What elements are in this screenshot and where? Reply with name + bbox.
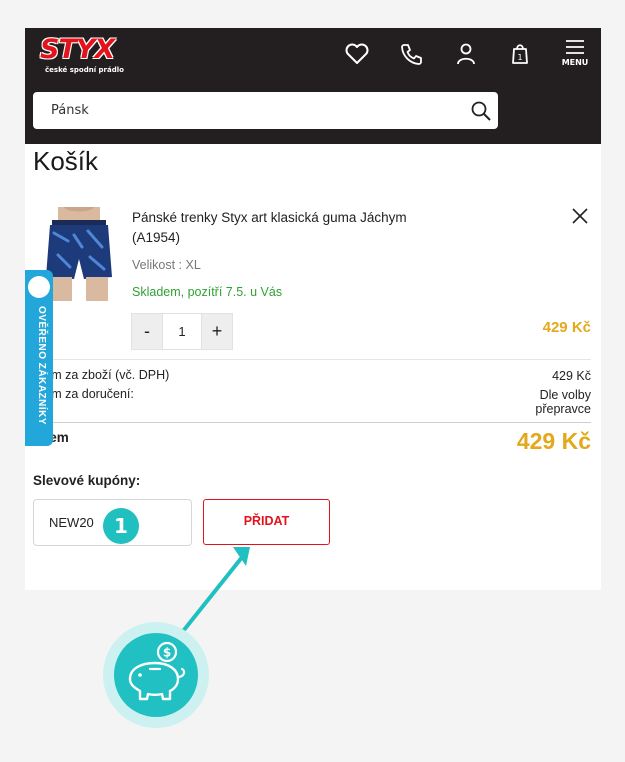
delivery-value-line2: přepravce (535, 402, 591, 416)
verified-by-customers-badge[interactable]: OVĚŘENO ZÁKAZNÍKY (25, 270, 53, 446)
add-coupon-button[interactable]: PŘIDAT (203, 499, 330, 545)
cart-page: STYX české spodní prádlo 1 MENU Pánsk Ko… (25, 28, 601, 590)
stock-status: Skladem, pozítří 7.5. u Vás (132, 285, 283, 299)
site-header: STYX české spodní prádlo 1 MENU (25, 28, 601, 144)
goods-total-value: 429 Kč (552, 369, 591, 383)
search-icon[interactable] (470, 100, 492, 122)
verified-badge-text: OVĚŘENO ZÁKAZNÍKY (36, 306, 47, 426)
product-name[interactable]: Pánské trenky Styx art klasická guma Jác… (132, 208, 412, 248)
svg-text:$: $ (163, 646, 171, 660)
bag-count: 1 (517, 53, 522, 62)
verified-seal-icon (28, 276, 50, 298)
step-number-badge: 1 (103, 508, 139, 544)
search-input[interactable] (33, 92, 471, 129)
phone-icon[interactable] (397, 40, 425, 68)
styx-logo[interactable]: STYX české spodní prádlo (40, 34, 124, 80)
page-title: Košík (33, 146, 99, 176)
piggy-bank-badge: $ (103, 622, 209, 728)
user-icon[interactable] (452, 40, 480, 68)
quantity-stepper: - 1 + (131, 313, 233, 350)
divider (38, 422, 591, 423)
shopping-bag-icon[interactable]: 1 (506, 40, 534, 68)
logo-wordmark: STYX (40, 34, 115, 65)
search-bar (33, 92, 498, 129)
hamburger-icon (566, 40, 584, 54)
piggy-bank-circle: $ (114, 633, 198, 717)
qty-decrease-button[interactable]: - (131, 313, 163, 350)
qty-increase-button[interactable]: + (201, 313, 233, 350)
coupon-label: Slevové kupóny: (33, 473, 141, 488)
logo-tagline: české spodní prádlo (45, 66, 124, 74)
heart-icon[interactable] (343, 40, 371, 68)
item-price: 429 Kč (542, 319, 591, 336)
menu-label: MENU (561, 58, 589, 67)
qty-value[interactable]: 1 (163, 313, 201, 350)
total-value: 429 Kč (516, 428, 591, 454)
product-size: Velikost : XL (132, 258, 201, 272)
divider (38, 359, 591, 360)
delivery-value-line1: Dle volby (539, 388, 591, 402)
remove-item-icon[interactable] (570, 206, 590, 226)
goods-total-label: kem za zboží (vč. DPH) (38, 368, 170, 382)
piggy-bank-icon: $ (128, 641, 186, 701)
menu-button[interactable]: MENU (558, 38, 592, 72)
